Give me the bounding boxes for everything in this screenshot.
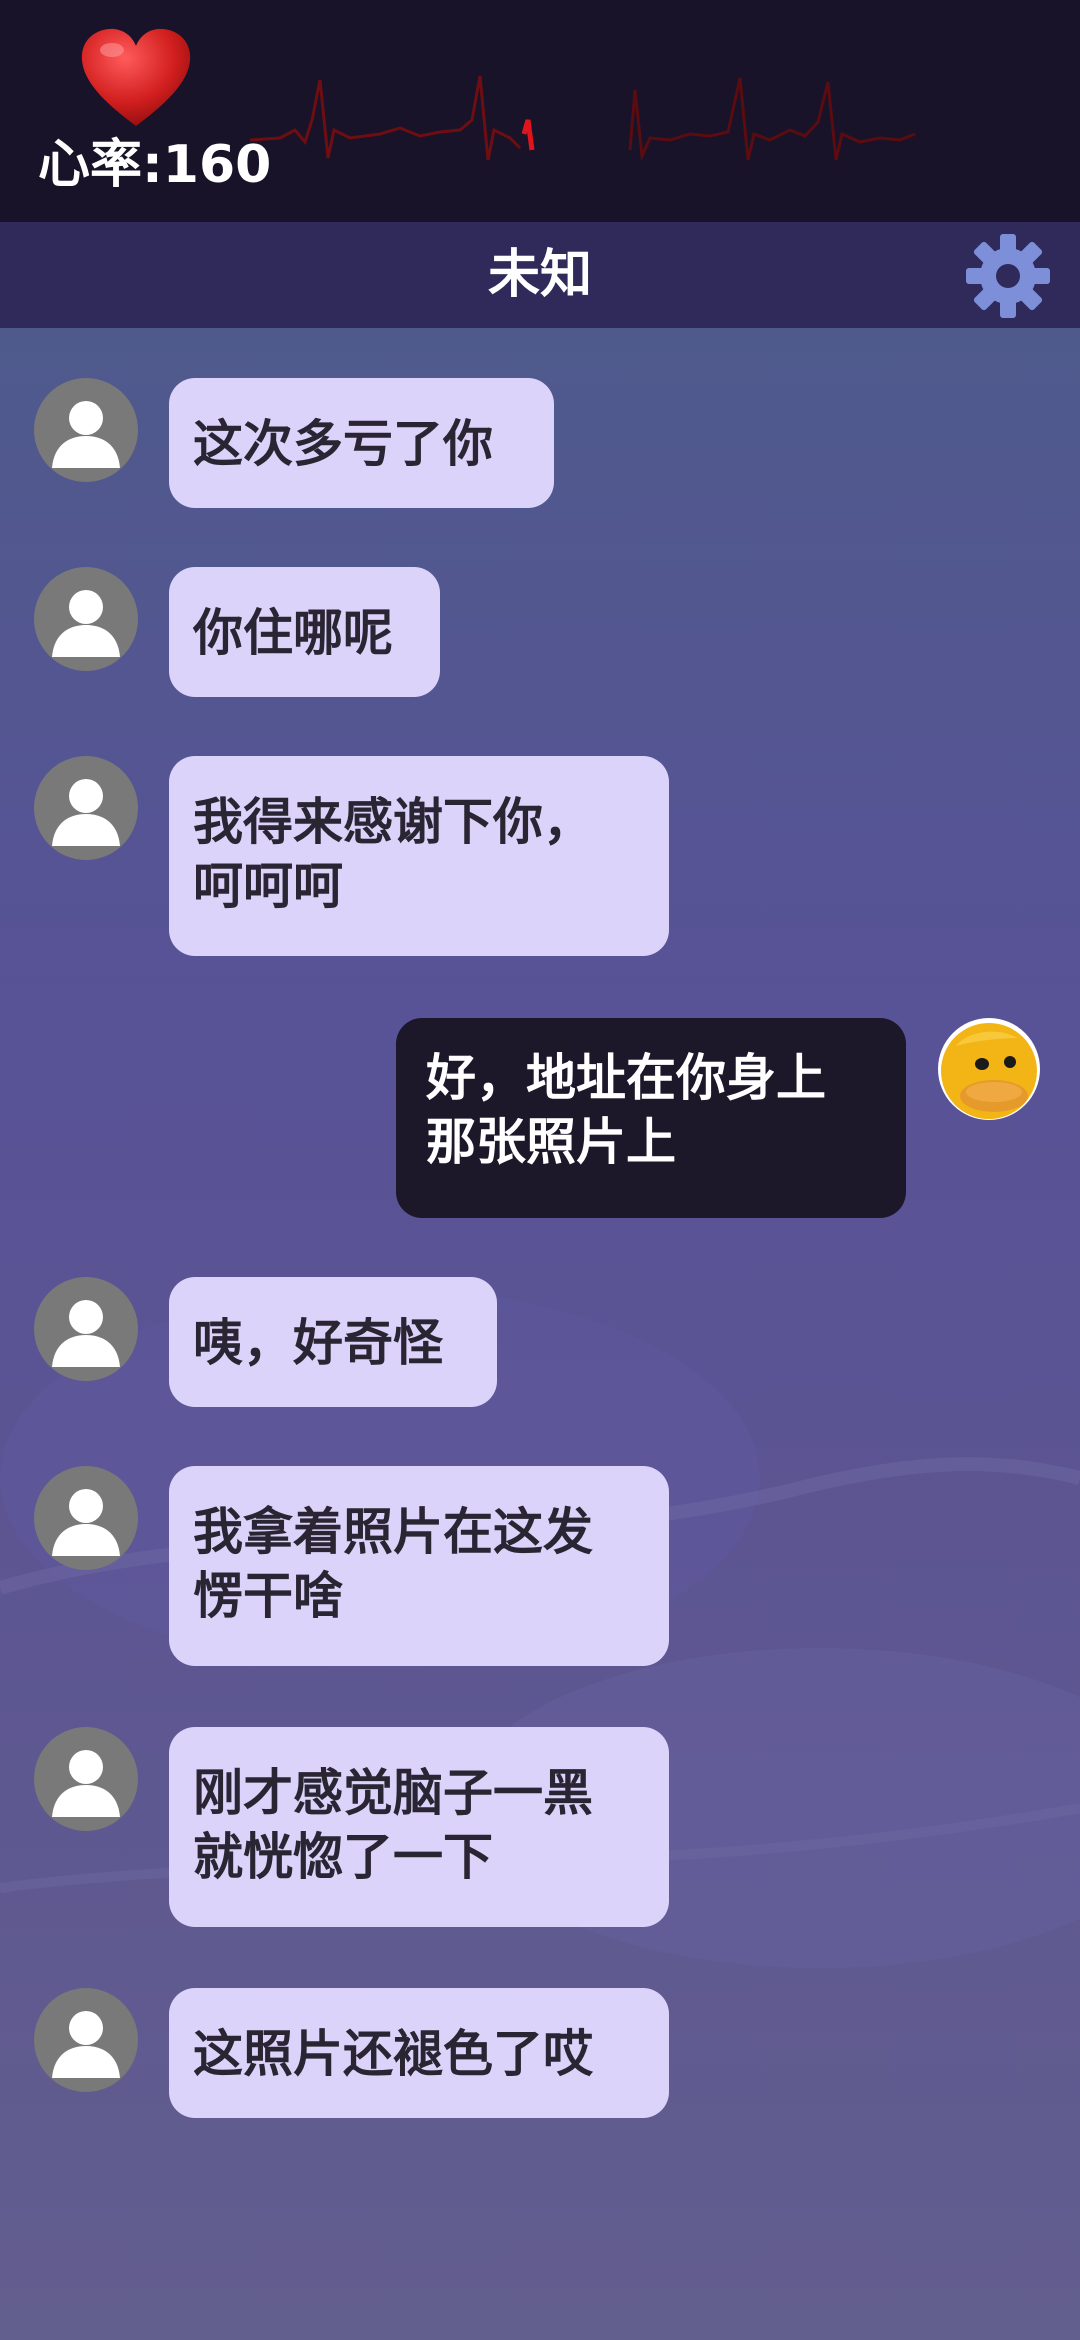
ecg-line (250, 75, 916, 162)
contact-avatar (34, 1466, 138, 1570)
player-avatar-duck-icon (938, 1018, 1040, 1120)
message-bubble: 刚才感觉脑子一黑 就恍惚了一下 (169, 1727, 669, 1927)
contact-avatar (34, 1277, 138, 1381)
message-bubble: 咦，好奇怪 (169, 1277, 497, 1407)
message-bubble: 我拿着照片在这发 愣干啥 (169, 1466, 669, 1666)
chat-title: 未知 (487, 245, 592, 305)
contact-avatar (34, 756, 138, 860)
contact-avatar (34, 1988, 138, 2092)
message-bubble: 这照片还褪色了哎 (169, 1988, 669, 2118)
message-bubble: 你住哪呢 (169, 567, 440, 697)
contact-avatar (34, 378, 138, 482)
chat-header: 未知 (0, 222, 1080, 328)
message-bubble: 我得来感谢下你， 呵呵呵 (169, 756, 669, 956)
gear-icon[interactable] (964, 232, 1052, 320)
contact-avatar (34, 1727, 138, 1831)
message-bubble-self: 好，地址在你身上 那张照片上 (396, 1018, 906, 1218)
heart-icon (81, 28, 191, 126)
heart-rate-bar: 心率:160 (0, 0, 1080, 222)
contact-avatar (34, 567, 138, 671)
heart-rate-label: 心率:160 (38, 135, 272, 195)
message-bubble: 这次多亏了你 (169, 378, 554, 508)
